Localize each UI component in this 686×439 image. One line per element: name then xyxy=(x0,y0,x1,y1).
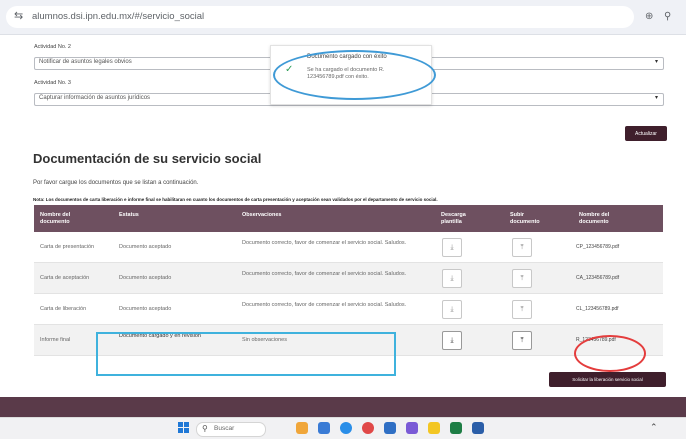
excel-icon[interactable] xyxy=(450,422,462,434)
documents-table: Nombre del documento Estatus Observacion… xyxy=(34,205,663,356)
row-document-name: Carta de aceptación xyxy=(40,275,90,281)
download-icon[interactable]: ⤓ xyxy=(442,269,462,288)
row-status: Documento cargado y en revisión xyxy=(119,333,201,339)
row-status: Documento aceptado xyxy=(119,244,172,250)
download-icon[interactable]: ⤓ xyxy=(442,331,462,350)
row-file-name[interactable]: CL_123456789.pdf xyxy=(576,306,619,312)
url-text[interactable]: alumnos.dsi.ipn.edu.mx/#/servicio_social xyxy=(32,11,204,22)
teams-icon[interactable] xyxy=(406,422,418,434)
windows-start-icon[interactable] xyxy=(178,422,190,434)
system-tray-icon[interactable]: ⌃ xyxy=(650,422,658,433)
task-view-icon[interactable] xyxy=(318,422,330,434)
section-subtitle: Por favor cargue los documentos que se l… xyxy=(33,180,199,186)
upload-icon[interactable]: ⤒ xyxy=(512,269,532,288)
col-observaciones-header: Observaciones xyxy=(242,212,282,218)
store-icon[interactable] xyxy=(384,422,396,434)
upload-icon[interactable]: ⤒ xyxy=(512,331,532,350)
toast-title: Documento cargado con éxito xyxy=(307,54,387,60)
taskbar: ⚲ Buscar ⌃ xyxy=(0,417,686,439)
row-document-name: Carta de presentación xyxy=(40,244,95,250)
edge-browser-icon[interactable] xyxy=(340,422,352,434)
chevron-down-icon: ▾ xyxy=(654,59,658,65)
search-icon[interactable]: ⚲ xyxy=(664,11,671,22)
chevron-down-icon: ▾ xyxy=(654,95,658,101)
taskbar-search[interactable]: ⚲ Buscar xyxy=(196,422,266,437)
file-explorer-icon[interactable] xyxy=(428,422,440,434)
table-row: Carta de liberación Documento aceptado D… xyxy=(34,294,663,325)
row-file-name[interactable]: CA_123456789.pdf xyxy=(576,275,619,281)
success-toast: ✓ Documento cargado con éxito Se ha carg… xyxy=(270,45,432,105)
actualizar-button[interactable]: Actualizar xyxy=(625,126,667,141)
row-observations: Documento correcto, favor de comenzar el… xyxy=(242,271,407,277)
col-estatus-header: Estatus xyxy=(119,212,139,218)
taskbar-search-placeholder: Buscar xyxy=(214,425,235,432)
col-descarga-header: Descarga plantilla xyxy=(441,212,466,225)
row-observations: Documento correcto, favor de comenzar el… xyxy=(242,302,407,308)
table-row: Carta de presentación Documento aceptado… xyxy=(34,232,663,263)
actividad3-label: Actividad No. 3 xyxy=(34,80,71,86)
row-observations: Sin observaciones xyxy=(242,337,287,343)
word-icon[interactable] xyxy=(472,422,484,434)
table-header: Nombre del documento Estatus Observacion… xyxy=(34,205,663,232)
row-file-name[interactable]: CP_123456789.pdf xyxy=(576,244,619,250)
row-status: Documento aceptado xyxy=(119,275,172,281)
toast-message: Se ha cargado el documento R. 123456789.… xyxy=(307,67,385,80)
row-file-name[interactable]: R_123456789.pdf xyxy=(576,337,616,343)
profile-icon[interactable]: ⊕ xyxy=(645,11,653,22)
section-title: Documentación de su servicio social xyxy=(33,151,262,166)
row-observations: Documento correcto, favor de comenzar el… xyxy=(242,240,407,246)
actividad2-value: Notificar de asuntos legales obvios xyxy=(39,59,132,65)
browser-toolbar: ⇆ alumnos.dsi.ipn.edu.mx/#/servicio_soci… xyxy=(0,0,686,35)
site-settings-icon[interactable]: ⇆ xyxy=(14,9,23,22)
solicitar-liberacion-button[interactable]: Solicitar la liberación servicio social xyxy=(549,372,666,387)
row-status: Documento aceptado xyxy=(119,306,172,312)
upload-icon[interactable]: ⤒ xyxy=(512,238,532,257)
col-subir-header: Subir documento xyxy=(510,212,540,225)
table-row: Carta de aceptación Documento aceptado D… xyxy=(34,263,663,294)
download-icon[interactable]: ⤓ xyxy=(442,300,462,319)
actividad2-label: Actividad No. 2 xyxy=(34,44,71,50)
check-icon: ✓ xyxy=(285,64,294,75)
page-footer xyxy=(0,397,686,417)
col-nombre-header: Nombre del documento xyxy=(40,212,71,225)
widgets-icon[interactable] xyxy=(296,422,308,434)
section-note: Nota: Los documentos de carta liberación… xyxy=(33,197,438,202)
table-row: Informe final Documento cargado y en rev… xyxy=(34,325,663,356)
search-icon: ⚲ xyxy=(202,424,208,433)
actividad3-value: Capturar información de asuntos jurídico… xyxy=(39,95,151,101)
address-bar[interactable]: ⇆ alumnos.dsi.ipn.edu.mx/#/servicio_soci… xyxy=(6,6,634,28)
row-document-name: Carta de liberación xyxy=(40,306,87,312)
download-icon[interactable]: ⤓ xyxy=(442,238,462,257)
upload-icon[interactable]: ⤒ xyxy=(512,300,532,319)
chrome-browser-icon[interactable] xyxy=(362,422,374,434)
col-archivo-header: Nombre del documento xyxy=(579,212,610,225)
row-document-name: Informe final xyxy=(40,337,71,343)
